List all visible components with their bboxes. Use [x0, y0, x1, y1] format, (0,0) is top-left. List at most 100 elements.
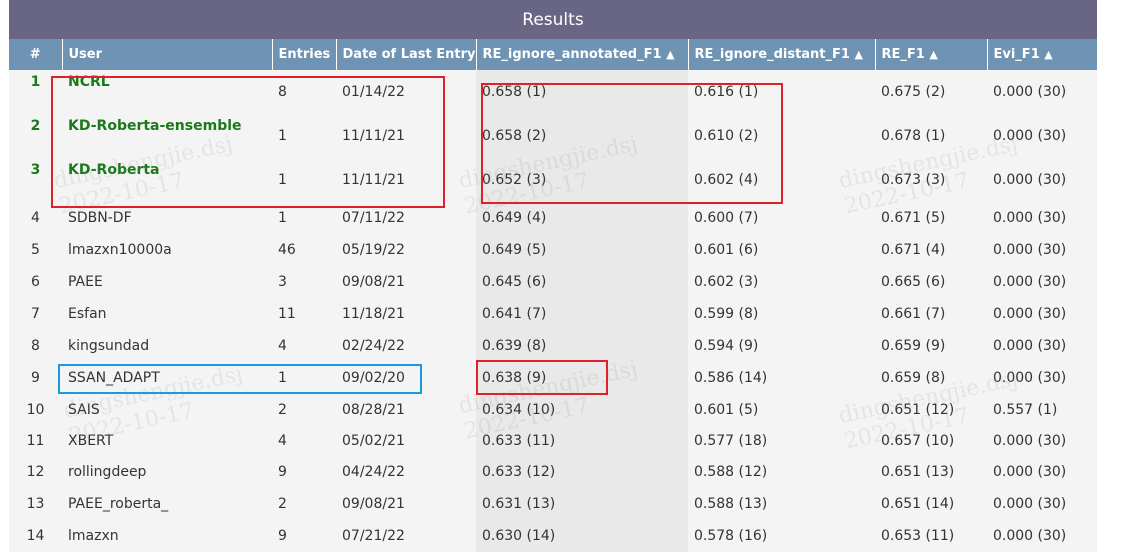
col-label: Evi_F1 — [993, 47, 1040, 62]
table-row: 2 KD-Roberta-ensemble 1 11/11/21 0.658 (2) 0.… — [9, 114, 1097, 158]
col-user-header[interactable]: User — [62, 39, 273, 70]
cell-re-f1: 0.671 (5) — [875, 202, 987, 234]
cell-rank: 10 — [9, 394, 62, 425]
col-evi-f1-header[interactable]: Evi_F1 ▲ — [987, 39, 1097, 70]
cell-user: rollingdeep — [62, 456, 272, 488]
cell-rank: 5 — [9, 234, 62, 266]
cell-re-f1: 0.653 (11) — [875, 520, 987, 552]
header-row: # User Entries Date of Last Entry RE_ign… — [9, 39, 1097, 70]
cell-re-ignore-annotated: 0.649 (5) — [476, 234, 688, 266]
cell-evi-f1: 0.000 (30) — [987, 488, 1097, 520]
sort-arrow-icon[interactable]: ▲ — [854, 48, 862, 61]
cell-date: 11/11/21 — [336, 114, 476, 158]
col-date-header[interactable]: Date of Last Entry — [336, 39, 477, 70]
cell-date: 09/02/20 — [336, 362, 476, 394]
cell-rank: 12 — [9, 456, 62, 488]
col-entries-header[interactable]: Entries — [272, 39, 337, 70]
results-title: Results — [9, 0, 1097, 39]
cell-evi-f1: 0.000 (30) — [987, 158, 1097, 202]
cell-entries: 1 — [272, 202, 336, 234]
cell-re-f1: 0.675 (2) — [875, 70, 987, 114]
cell-date: 09/08/21 — [336, 266, 476, 298]
cell-re-ignore-distant: 0.577 (18) — [688, 425, 875, 456]
table-row: 4 SDBN-DF 1 07/11/22 0.649 (4) 0.600 (7) 0.671… — [9, 202, 1097, 234]
cell-user: NCRL — [62, 70, 272, 114]
cell-re-f1: 0.651 (14) — [875, 488, 987, 520]
cell-re-f1: 0.678 (1) — [875, 114, 987, 158]
col-label: RE_F1 — [881, 47, 925, 62]
cell-re-ignore-annotated: 0.638 (9) — [476, 362, 688, 394]
cell-re-ignore-annotated: 0.639 (8) — [476, 330, 688, 362]
cell-rank: 6 — [9, 266, 62, 298]
cell-rank: 9 — [9, 362, 62, 394]
cell-date: 05/19/22 — [336, 234, 476, 266]
cell-rank: 14 — [9, 520, 62, 552]
cell-re-ignore-distant: 0.599 (8) — [688, 298, 875, 330]
cell-evi-f1: 0.000 (30) — [987, 520, 1097, 552]
results-table: # User Entries Date of Last Entry RE_ign… — [9, 39, 1097, 552]
cell-entries: 9 — [272, 456, 336, 488]
cell-re-ignore-distant: 0.578 (16) — [688, 520, 875, 552]
cell-rank: 8 — [9, 330, 62, 362]
cell-evi-f1: 0.000 (30) — [987, 298, 1097, 330]
cell-date: 01/14/22 — [336, 70, 476, 114]
cell-user: lmazxn10000a — [62, 234, 272, 266]
cell-re-f1: 0.673 (3) — [875, 158, 987, 202]
table-row: 1 NCRL 8 01/14/22 0.658 (1) 0.616 (1) 0.675 (2… — [9, 70, 1097, 114]
cell-entries: 11 — [272, 298, 336, 330]
cell-evi-f1: 0.000 (30) — [987, 70, 1097, 114]
cell-re-ignore-distant: 0.616 (1) — [688, 70, 875, 114]
cell-re-ignore-annotated: 0.634 (10) — [476, 394, 688, 425]
col-re-f1-header[interactable]: RE_F1 ▲ — [875, 39, 988, 70]
col-rank-header[interactable]: # — [9, 39, 63, 70]
cell-date: 09/08/21 — [336, 488, 476, 520]
cell-rank: 2 — [9, 114, 62, 158]
cell-re-ignore-annotated: 0.645 (6) — [476, 266, 688, 298]
cell-rank: 3 — [9, 158, 62, 202]
table-row: 12 rollingdeep 9 04/24/22 0.633 (12) 0.588 (1… — [9, 456, 1097, 488]
cell-re-ignore-distant: 0.594 (9) — [688, 330, 875, 362]
cell-user: XBERT — [62, 425, 272, 456]
cell-user: KD-Roberta — [62, 158, 272, 202]
cell-re-ignore-distant: 0.586 (14) — [688, 362, 875, 394]
sort-arrow-icon[interactable]: ▲ — [666, 48, 674, 61]
sort-arrow-icon[interactable]: ▲ — [1044, 48, 1052, 61]
cell-entries: 8 — [272, 70, 336, 114]
cell-user: PAEE — [62, 266, 272, 298]
cell-re-f1: 0.651 (13) — [875, 456, 987, 488]
cell-re-ignore-distant: 0.600 (7) — [688, 202, 875, 234]
cell-re-ignore-annotated: 0.633 (11) — [476, 425, 688, 456]
cell-entries: 2 — [272, 488, 336, 520]
table-row: 7 Esfan 11 11/18/21 0.641 (7) 0.599 (8) 0.661 … — [9, 298, 1097, 330]
sort-arrow-icon[interactable]: ▲ — [929, 48, 937, 61]
cell-entries: 1 — [272, 362, 336, 394]
cell-re-ignore-distant: 0.601 (6) — [688, 234, 875, 266]
cell-entries: 3 — [272, 266, 336, 298]
table-row: 10 SAIS 2 08/28/21 0.634 (10) 0.601 (5) 0.651 … — [9, 394, 1097, 425]
col-re-ignore-distant-header[interactable]: RE_ignore_distant_F1 ▲ — [688, 39, 876, 70]
cell-re-ignore-distant: 0.602 (4) — [688, 158, 875, 202]
cell-evi-f1: 0.000 (30) — [987, 266, 1097, 298]
cell-re-ignore-distant: 0.602 (3) — [688, 266, 875, 298]
cell-date: 11/18/21 — [336, 298, 476, 330]
cell-date: 04/24/22 — [336, 456, 476, 488]
col-re-ignore-annotated-header[interactable]: RE_ignore_annotated_F1 ▲ — [476, 39, 689, 70]
table-row: 9 SSAN_ADAPT 1 09/02/20 0.638 (9) 0.586 (14) 0… — [9, 362, 1097, 394]
table-row: 8 kingsundad 4 02/24/22 0.639 (8) 0.594 (9) 0.… — [9, 330, 1097, 362]
cell-evi-f1: 0.000 (30) — [987, 330, 1097, 362]
table-row: 6 PAEE 3 09/08/21 0.645 (6) 0.602 (3) 0.665 (6… — [9, 266, 1097, 298]
cell-user: KD-Roberta-ensemble — [62, 114, 272, 158]
col-label: RE_ignore_annotated_F1 — [482, 47, 662, 62]
cell-user: PAEE_roberta_ — [62, 488, 272, 520]
cell-user: Esfan — [62, 298, 272, 330]
cell-entries: 4 — [272, 425, 336, 456]
cell-re-ignore-annotated: 0.641 (7) — [476, 298, 688, 330]
cell-evi-f1: 0.000 (30) — [987, 202, 1097, 234]
cell-user: SAIS — [62, 394, 272, 425]
cell-re-f1: 0.671 (4) — [875, 234, 987, 266]
cell-re-ignore-annotated: 0.633 (12) — [476, 456, 688, 488]
cell-evi-f1: 0.000 (30) — [987, 425, 1097, 456]
cell-date: 11/11/21 — [336, 158, 476, 202]
table-row: 5 lmazxn10000a 46 05/19/22 0.649 (5) 0.601 (6… — [9, 234, 1097, 266]
cell-re-ignore-annotated: 0.658 (1) — [476, 70, 688, 114]
